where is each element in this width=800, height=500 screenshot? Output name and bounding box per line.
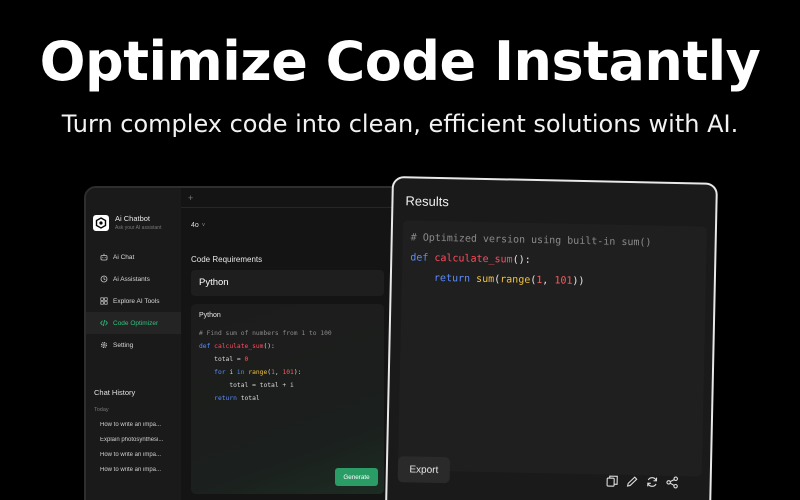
sidebar-item-label: Setting	[113, 341, 134, 349]
robot-icon	[100, 253, 108, 261]
code-line: # Find sum of numbers from 1 to 100	[199, 330, 332, 337]
chat-history: Chat History Today How to write an impa.…	[94, 388, 176, 473]
export-button[interactable]: Export	[397, 456, 451, 484]
sidebar-item-label: Ai Chat	[113, 253, 135, 261]
code-line: for i in range(1, 101):	[214, 369, 302, 376]
language-select[interactable]: Python	[191, 270, 384, 296]
sidebar-item-label: Explore AI Tools	[113, 297, 160, 305]
code-input[interactable]: # Find sum of numbers from 1 to 100 def …	[199, 327, 332, 405]
code-icon	[100, 319, 108, 327]
code-line: def calculate_sum():	[199, 343, 275, 350]
brand-name: Ai Chatbot	[115, 214, 151, 223]
code-input-card[interactable]: Python # Find sum of numbers from 1 to 1…	[191, 304, 384, 494]
history-item[interactable]: How to write an impa...	[94, 467, 176, 473]
code-line: total = 0	[199, 356, 249, 363]
chat-history-day: Today	[94, 407, 109, 413]
code-line: total = total + i	[199, 382, 294, 389]
results-code-block: # Optimized version using built-in sum()…	[397, 220, 708, 477]
results-panel: Results # Optimized version using built-…	[384, 176, 718, 500]
sidebar-item-ai-chat[interactable]: Ai Chat	[86, 246, 181, 268]
new-tab-button[interactable]: +	[188, 193, 193, 203]
code-requirements-label: Code Requirements	[191, 255, 263, 264]
sidebar-item-setting[interactable]: Setting	[86, 334, 181, 356]
sidebar-item-explore-ai-tools[interactable]: Explore AI Tools	[86, 290, 181, 312]
history-item[interactable]: Explain photosynthesi...	[94, 437, 176, 443]
code-line: def calculate_sum():	[410, 252, 531, 266]
gear-icon	[100, 341, 108, 349]
generate-button[interactable]: Generate	[335, 468, 378, 486]
app-window: Ai Chatbot Ask your AI assistant Ai Chat…	[84, 186, 414, 500]
sidebar-item-ai-assistants[interactable]: Ai Assistants	[86, 268, 181, 290]
results-title: Results	[405, 193, 449, 210]
brand-tagline: Ask your AI assistant	[115, 225, 162, 231]
brand: Ai Chatbot Ask your AI assistant	[93, 214, 161, 231]
result-actions	[606, 475, 679, 490]
chat-history-title: Chat History	[94, 388, 136, 397]
sidebar-nav: Ai Chat Ai Assistants Explore AI Tools C…	[86, 246, 181, 356]
logo-icon	[93, 214, 109, 231]
model-label: 4o	[191, 222, 199, 229]
chevron-down-icon: ˅	[201, 223, 206, 229]
copy-icon[interactable]	[606, 475, 619, 488]
results-code: # Optimized version using built-in sum()…	[410, 228, 652, 293]
tab-bar: +	[181, 188, 412, 208]
sidebar-item-label: Ai Assistants	[113, 275, 150, 283]
edit-icon[interactable]	[626, 475, 639, 488]
history-item[interactable]: How to write an impa...	[94, 422, 176, 428]
history-item[interactable]: How to write an impa...	[94, 452, 176, 458]
model-selector[interactable]: 4o ˅	[191, 222, 205, 229]
code-line: return total	[214, 395, 260, 402]
sidebar-item-code-optimizer[interactable]: Code Optimizer	[86, 312, 181, 334]
code-line: return sum(range(1, 101))	[433, 272, 585, 288]
sidebar-item-label: Code Optimizer	[113, 319, 159, 327]
sidebar: Ai Chatbot Ask your AI assistant Ai Chat…	[86, 188, 181, 500]
hero-subtitle: Turn complex code into clean, efficient …	[61, 110, 739, 138]
code-line: # Optimized version using built-in sum()	[410, 232, 652, 249]
history-icon	[100, 275, 108, 283]
grid-icon	[100, 297, 108, 305]
share-icon[interactable]	[666, 476, 679, 489]
hero-title: Optimize Code Instantly	[39, 30, 761, 93]
code-card-title: Python	[199, 312, 221, 319]
refresh-icon[interactable]	[646, 475, 659, 488]
